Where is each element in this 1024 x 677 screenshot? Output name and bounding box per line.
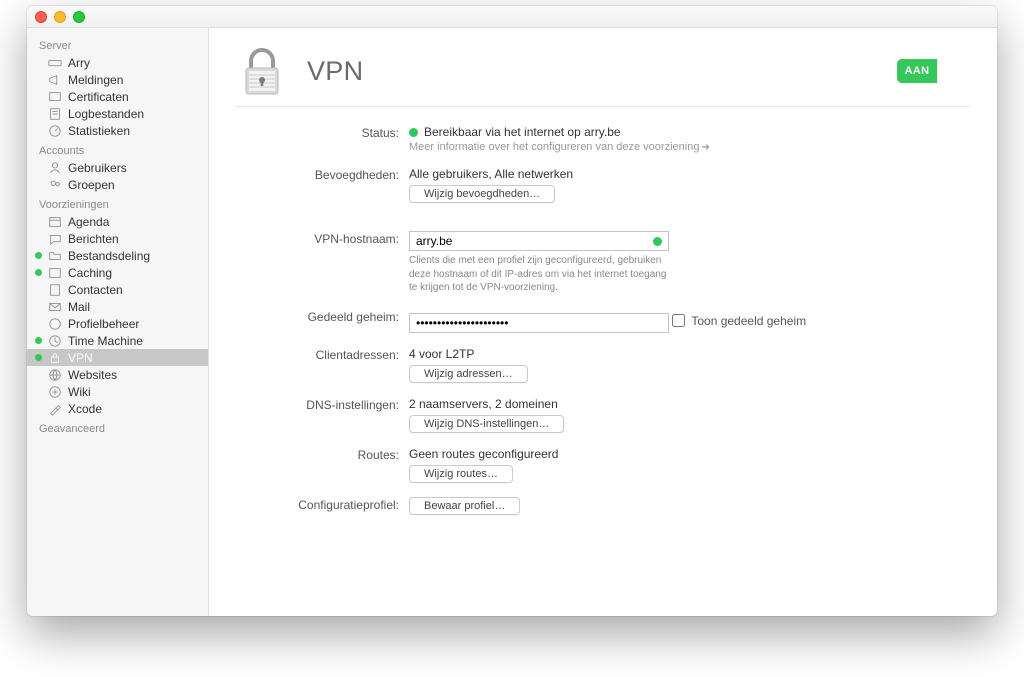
sidebar: Server Arry Meldingen Certificaten Logbe… xyxy=(27,28,209,616)
sidebar-item-websites[interactable]: Websites xyxy=(27,366,208,383)
sidebar-item-mail[interactable]: Mail xyxy=(27,298,208,315)
sidebar-section-server: Server xyxy=(27,34,208,54)
sidebar-section-voorzieningen: Voorzieningen xyxy=(27,193,208,213)
server-app-window: Server Arry Meldingen Certificaten Logbe… xyxy=(27,6,997,616)
settings-form: Status: Bereikbaar via het internet op a… xyxy=(235,125,971,515)
edit-permissions-button[interactable]: Wijzig bevoegdheden… xyxy=(409,185,555,203)
macmini-icon xyxy=(47,55,62,70)
group-icon xyxy=(47,177,62,192)
sidebar-item-berichten[interactable]: Berichten xyxy=(27,230,208,247)
save-profile-button[interactable]: Bewaar profiel… xyxy=(409,497,520,515)
minimize-button[interactable] xyxy=(54,11,66,23)
sidebar-item-certificaten[interactable]: Certificaten xyxy=(27,88,208,105)
hammer-icon xyxy=(47,401,62,416)
window-titlebar xyxy=(27,6,997,28)
running-dot-icon xyxy=(35,354,42,361)
wiki-icon xyxy=(47,384,62,399)
show-secret-box[interactable] xyxy=(672,314,685,327)
chat-icon xyxy=(47,231,62,246)
hostname-hint: Clients die met een profiel zijn geconfi… xyxy=(409,254,669,295)
secret-input[interactable] xyxy=(416,316,662,330)
sidebar-item-agenda[interactable]: Agenda xyxy=(27,213,208,230)
permissions-label: Bevoegdheden: xyxy=(235,167,399,182)
sidebar-item-caching[interactable]: Caching xyxy=(27,264,208,281)
chevron-right-icon[interactable]: ➔ xyxy=(701,142,709,153)
user-icon xyxy=(47,160,62,175)
calendar-icon xyxy=(47,214,62,229)
sidebar-item-xcode[interactable]: Xcode xyxy=(27,400,208,417)
sidebar-item-bestandsdeling[interactable]: Bestandsdeling xyxy=(27,247,208,264)
mail-icon xyxy=(47,299,62,314)
running-dot-icon xyxy=(35,269,42,276)
profilemanager-icon xyxy=(47,316,62,331)
content-pane: VPN AAN Status: Bereikbaar via het inter… xyxy=(209,28,997,616)
toggle-on-label: AAN xyxy=(897,59,937,83)
show-secret-label: Toon gedeeld geheim xyxy=(691,314,806,328)
status-text: Bereikbaar via het internet op arry.be xyxy=(424,125,621,139)
megaphone-icon xyxy=(47,72,62,87)
sidebar-item-arry[interactable]: Arry xyxy=(27,54,208,71)
permissions-value: Alle gebruikers, Alle netwerken xyxy=(409,167,971,181)
vpn-lock-icon xyxy=(235,44,289,98)
edit-dns-button[interactable]: Wijzig DNS-instellingen… xyxy=(409,415,564,433)
reachable-dot-icon xyxy=(653,237,662,246)
lock-icon xyxy=(47,350,62,365)
folder-icon xyxy=(47,248,62,263)
secret-label: Gedeeld geheim: xyxy=(235,309,399,324)
content-header: VPN AAN xyxy=(235,44,971,107)
hostname-label: VPN-hostnaam: xyxy=(235,231,399,246)
contacts-icon xyxy=(47,282,62,297)
secret-field[interactable] xyxy=(409,313,669,333)
dns-label: DNS-instellingen: xyxy=(235,397,399,412)
show-secret-checkbox[interactable]: Toon gedeeld geheim xyxy=(672,314,806,328)
sidebar-item-timemachine[interactable]: Time Machine xyxy=(27,332,208,349)
clients-value: 4 voor L2TP xyxy=(409,347,971,361)
status-dot-icon xyxy=(409,128,418,137)
running-dot-icon xyxy=(35,337,42,344)
gauge-icon xyxy=(47,123,62,138)
page-title: VPN xyxy=(307,56,363,87)
hostname-input[interactable] xyxy=(416,234,653,248)
sidebar-item-profielbeheer[interactable]: Profielbeheer xyxy=(27,315,208,332)
globe-icon xyxy=(47,367,62,382)
zoom-button[interactable] xyxy=(73,11,85,23)
sidebar-item-wiki[interactable]: Wiki xyxy=(27,383,208,400)
status-label: Status: xyxy=(235,125,399,140)
dns-value: 2 naamservers, 2 domeinen xyxy=(409,397,971,411)
cache-icon xyxy=(47,265,62,280)
sidebar-item-gebruikers[interactable]: Gebruikers xyxy=(27,159,208,176)
certificate-icon xyxy=(47,89,62,104)
edit-addresses-button[interactable]: Wijzig adressen… xyxy=(409,365,528,383)
sidebar-item-contacten[interactable]: Contacten xyxy=(27,281,208,298)
sidebar-item-meldingen[interactable]: Meldingen xyxy=(27,71,208,88)
service-toggle[interactable]: AAN xyxy=(897,59,971,83)
sidebar-item-groepen[interactable]: Groepen xyxy=(27,176,208,193)
clock-icon xyxy=(47,333,62,348)
status-info: Meer informatie over het configureren va… xyxy=(409,141,699,153)
close-button[interactable] xyxy=(35,11,47,23)
sidebar-section-accounts: Accounts xyxy=(27,139,208,159)
profile-label: Configuratieprofiel: xyxy=(235,497,399,512)
logs-icon xyxy=(47,106,62,121)
edit-routes-button[interactable]: Wijzig routes… xyxy=(409,465,513,483)
hostname-field[interactable] xyxy=(409,231,669,251)
toggle-knob xyxy=(937,59,971,83)
sidebar-item-logbestanden[interactable]: Logbestanden xyxy=(27,105,208,122)
sidebar-item-statistieken[interactable]: Statistieken xyxy=(27,122,208,139)
routes-value: Geen routes geconfigureerd xyxy=(409,447,971,461)
sidebar-item-vpn[interactable]: VPN xyxy=(27,349,208,366)
sidebar-section-geavanceerd: Geavanceerd xyxy=(27,417,208,437)
running-dot-icon xyxy=(35,252,42,259)
clients-label: Clientadressen: xyxy=(235,347,399,362)
routes-label: Routes: xyxy=(235,447,399,462)
